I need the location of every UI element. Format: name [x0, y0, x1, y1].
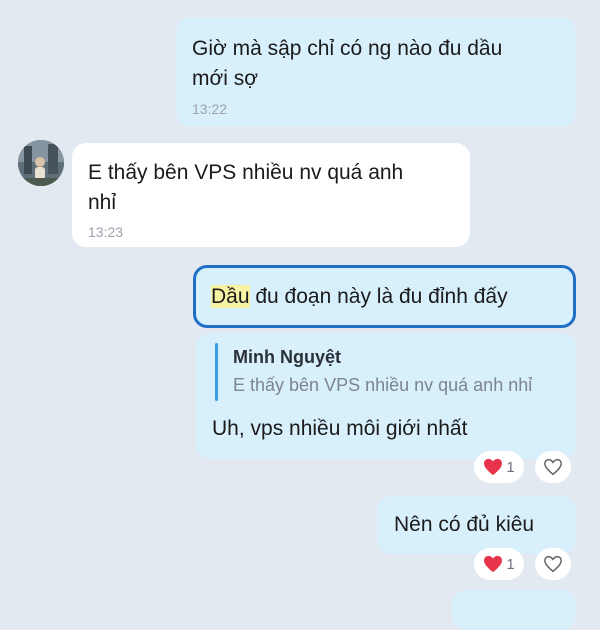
message-timestamp: 13:23 [88, 224, 124, 240]
reaction-count: 1 [506, 458, 515, 476]
like-button[interactable] [535, 451, 571, 483]
quote-text[interactable]: E thấy bên VPS nhiều nv quá anh nhỉ [233, 375, 532, 396]
search-highlight: Dầu [211, 285, 250, 308]
heart-icon [484, 458, 503, 476]
message-timestamp: 13:22 [192, 101, 228, 117]
message-text: Giờ mà sập chỉ có ng nào đu dầu [192, 37, 503, 60]
avatar-photo [18, 140, 64, 186]
message-text-rest: đu đoạn này là đu đỉnh đấy [249, 285, 508, 308]
message-text: Dầu đu đoạn này là đu đỉnh đấy [211, 282, 508, 312]
avatar[interactable] [18, 140, 64, 186]
heart-outline-icon [544, 555, 562, 573]
message-text: mới sợ [192, 67, 259, 90]
message-bubble-outgoing[interactable] [452, 590, 576, 630]
reaction-badge[interactable]: 1 [474, 548, 524, 580]
like-button[interactable] [535, 548, 571, 580]
heart-icon [484, 555, 503, 573]
heart-outline-icon [544, 458, 562, 476]
message-text: Nên có đủ kiêu [394, 513, 535, 536]
chat-conversation: Giờ mà sập chỉ có ng nào đu dầu mới sợ 1… [0, 0, 600, 630]
message-text: Uh, vps nhiều môi giới nhất [212, 417, 468, 440]
message-text: E thấy bên VPS nhiều nv quá anh [88, 161, 404, 184]
message-text: nhỉ [88, 191, 117, 214]
quote-author[interactable]: Minh Nguyệt [233, 347, 341, 368]
quote-bar [215, 343, 218, 401]
reaction-count: 1 [506, 555, 515, 573]
reaction-badge[interactable]: 1 [474, 451, 524, 483]
